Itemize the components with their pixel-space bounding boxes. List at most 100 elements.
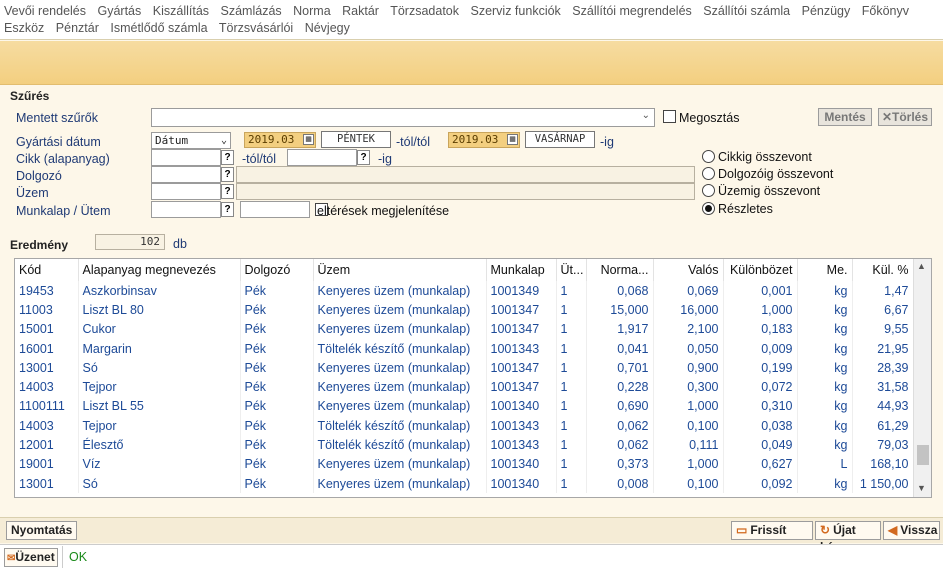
- column-header[interactable]: Különbözet: [723, 259, 798, 281]
- table-cell: 0,068: [586, 281, 654, 301]
- menu-item[interactable]: Norma: [293, 4, 331, 18]
- column-header[interactable]: Munkalap: [486, 259, 557, 281]
- scroll-thumb[interactable]: [917, 445, 929, 465]
- table-row[interactable]: 14003 Tejpor Pék Töltelék készítő (munkalap…: [15, 416, 914, 436]
- item-to-input[interactable]: [287, 149, 357, 166]
- worker-input[interactable]: [151, 166, 221, 183]
- column-header[interactable]: Üt...: [556, 259, 587, 281]
- menu-item[interactable]: Szállítói megrendelés: [572, 4, 692, 18]
- chevron-down-icon: ⌄: [220, 135, 227, 146]
- date-type-select[interactable]: Dátum ⌄: [151, 132, 231, 149]
- item-from-lookup-button[interactable]: ?: [221, 150, 234, 165]
- scroll-up-icon[interactable]: ▲: [917, 261, 926, 271]
- table-cell: 1: [556, 473, 587, 494]
- menu-item[interactable]: Kiszállítás: [153, 4, 209, 18]
- column-header[interactable]: Dolgozó: [240, 259, 314, 281]
- table-row[interactable]: 11003 Liszt BL 80 Pék Kenyeres üzem (munkal…: [15, 300, 914, 320]
- table-row[interactable]: 16001 Margarin Pék Töltelék készítő (munkal…: [15, 338, 914, 359]
- table-cell: 0,069: [653, 281, 724, 301]
- refresh-button-label: Frissít: [750, 523, 787, 537]
- back-button-label: Vissza: [900, 523, 938, 537]
- table-cell: Kenyeres üzem (munkalap): [313, 319, 487, 339]
- date-from-value: 2019.03: [248, 133, 295, 146]
- table-cell: 0,228: [586, 377, 654, 397]
- radio-worker-summary[interactable]: [702, 167, 715, 180]
- table-row[interactable]: 19001 Víz Pék Kenyeres üzem (munkalap) 10013…: [15, 454, 914, 474]
- item-to-lookup-button[interactable]: ?: [357, 150, 370, 165]
- radio-item-summary[interactable]: [702, 150, 715, 163]
- message-button[interactable]: ✉Üzenet: [4, 548, 58, 567]
- menu-item[interactable]: Számlázás: [221, 4, 282, 18]
- table-cell: 0,092: [723, 473, 798, 494]
- menu-item[interactable]: Pénztár: [56, 21, 99, 35]
- worksheet-lookup-button[interactable]: ?: [221, 202, 234, 217]
- back-button[interactable]: ◀ Vissza: [883, 521, 940, 540]
- table-row[interactable]: 13001 Só Pék Kenyeres üzem (munkalap) 100134…: [15, 358, 914, 378]
- column-header[interactable]: Üzem: [313, 259, 487, 281]
- table-row[interactable]: 19453 Aszkorbinsav Pék Kenyeres üzem (munka…: [15, 281, 914, 301]
- table-cell: Víz: [78, 454, 241, 474]
- phase-input[interactable]: [240, 201, 310, 218]
- column-header[interactable]: Alapanyag megnevezés: [78, 259, 241, 281]
- worker-lookup-button[interactable]: ?: [221, 167, 234, 182]
- menu-item[interactable]: Gyártás: [98, 4, 142, 18]
- menu-item[interactable]: Ismétlődő számla: [110, 21, 207, 35]
- print-button[interactable]: Nyomtatás: [6, 521, 78, 540]
- column-header[interactable]: Valós: [653, 259, 724, 281]
- table-cell: kg: [797, 300, 853, 320]
- column-header[interactable]: Kód: [15, 259, 79, 281]
- refresh-button[interactable]: ▭ Frissít: [731, 521, 813, 540]
- table-cell: 1: [556, 338, 587, 359]
- table-cell: 1001349: [486, 281, 557, 301]
- menu-item[interactable]: Névjegy: [305, 21, 350, 35]
- date-to-day: VASÁRNAP: [525, 131, 595, 148]
- saved-filters-select[interactable]: ⌄: [151, 108, 655, 127]
- table-cell: 9,55: [852, 319, 914, 339]
- menu-item[interactable]: Pénzügy: [802, 4, 851, 18]
- save-button[interactable]: Mentés: [818, 108, 872, 126]
- column-header[interactable]: Me.: [797, 259, 853, 281]
- plant-lookup-button[interactable]: ?: [221, 184, 234, 199]
- radio-detailed[interactable]: [702, 202, 715, 215]
- scroll-down-icon[interactable]: ▼: [917, 483, 926, 493]
- calendar-icon[interactable]: ▦: [507, 134, 518, 145]
- menu-item[interactable]: Szerviz funkciók: [470, 4, 560, 18]
- menu-item[interactable]: Vevői rendelés: [4, 4, 86, 18]
- calendar-icon[interactable]: ▦: [303, 134, 314, 145]
- plant-name-display: [236, 183, 695, 200]
- column-header[interactable]: Kül. %: [852, 259, 914, 281]
- table-cell: 0,300: [653, 377, 724, 397]
- delete-button[interactable]: ✕Törlés: [878, 108, 932, 126]
- table-cell: 0,001: [723, 281, 798, 301]
- table-cell: Kenyeres üzem (munkalap): [313, 358, 487, 378]
- radio-plant-summary[interactable]: [702, 184, 715, 197]
- item-from-input[interactable]: [151, 149, 221, 166]
- table-cell: Pék: [240, 281, 314, 301]
- table-cell: 1,917: [586, 319, 654, 339]
- plant-input[interactable]: [151, 183, 221, 200]
- table-cell: kg: [797, 435, 853, 455]
- vertical-scrollbar[interactable]: ▲ ▼: [913, 259, 931, 497]
- menu-item[interactable]: Eszköz: [4, 21, 44, 35]
- share-checkbox[interactable]: [663, 110, 676, 123]
- new-query-button[interactable]: ↻Újat kér: [815, 521, 881, 554]
- table-cell: kg: [797, 358, 853, 378]
- table-cell: Töltelék készítő (munkalap): [313, 338, 487, 359]
- menu-item[interactable]: Szállítói számla: [703, 4, 790, 18]
- table-row[interactable]: 13001 Só Pék Kenyeres üzem (munkalap) 100134…: [15, 473, 914, 494]
- column-header[interactable]: Norma...: [586, 259, 654, 281]
- table-cell: 14003: [15, 416, 79, 436]
- menu-item[interactable]: Főkönyv: [862, 4, 909, 18]
- menu-item[interactable]: Törzsadatok: [390, 4, 459, 18]
- table-cell: Kenyeres üzem (munkalap): [313, 377, 487, 397]
- table-row[interactable]: 1100111 Liszt BL 55 Pék Kenyeres üzem (munk…: [15, 396, 914, 417]
- results-grid[interactable]: Kód Alapanyag megnevezés Dolgozó Üzem Munkal…: [14, 258, 932, 498]
- table-row[interactable]: 15001 Cukor Pék Kenyeres üzem (munkalap) 100…: [15, 319, 914, 339]
- menu-item[interactable]: Raktár: [342, 4, 379, 18]
- table-cell: 0,062: [586, 416, 654, 436]
- menu-item[interactable]: Törzsvásárlói: [219, 21, 293, 35]
- table-row[interactable]: 12001 Élesztő Pék Töltelék készítő (munkala…: [15, 435, 914, 455]
- worksheet-input[interactable]: [151, 201, 221, 218]
- table-cell: 1001343: [486, 435, 557, 455]
- table-row[interactable]: 14003 Tejpor Pék Kenyeres üzem (munkalap) 10…: [15, 377, 914, 397]
